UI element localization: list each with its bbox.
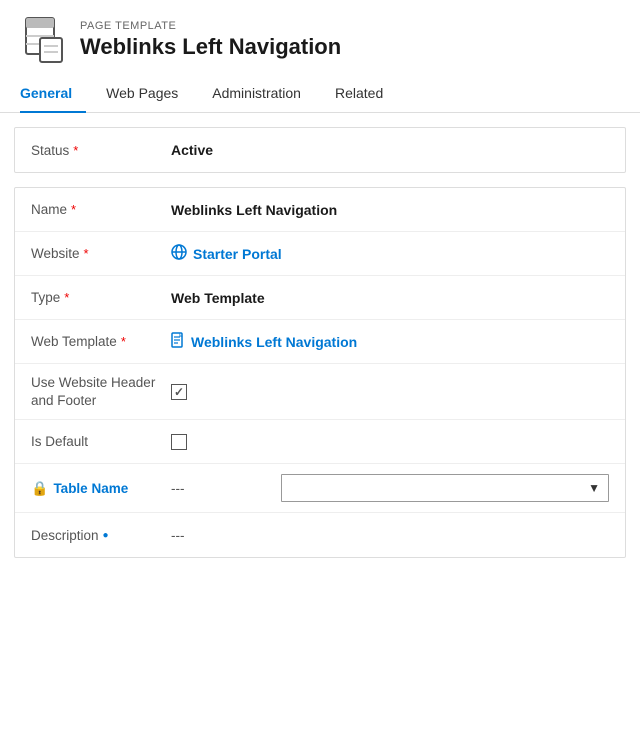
website-label: Website * <box>31 246 171 261</box>
status-field-row: Status * Active <box>15 128 625 172</box>
status-required-star: * <box>73 143 78 158</box>
web-template-value[interactable]: Weblinks Left Navigation <box>171 332 609 351</box>
checkmark-icon: ✓ <box>174 386 184 398</box>
is-default-label: Is Default <box>31 434 171 449</box>
type-required-star: * <box>64 290 69 305</box>
is-default-checkbox[interactable] <box>171 434 187 450</box>
header-label: PAGE TEMPLATE <box>80 20 341 32</box>
web-template-required-star: * <box>121 334 126 349</box>
description-required-star: ● <box>103 530 109 541</box>
type-label: Type * <box>31 290 171 305</box>
tab-general[interactable]: General <box>20 77 86 113</box>
header-title: Weblinks Left Navigation <box>80 34 341 60</box>
table-name-label-group: 🔒 Table Name <box>31 480 171 497</box>
tab-related[interactable]: Related <box>335 77 397 113</box>
website-value[interactable]: Starter Portal <box>171 244 609 263</box>
description-label: Description ● <box>31 528 171 543</box>
name-field-row: Name * Weblinks Left Navigation <box>15 188 625 232</box>
lock-icon: 🔒 <box>31 480 48 497</box>
tab-web-pages[interactable]: Web Pages <box>106 77 192 113</box>
page-template-icon <box>20 16 68 64</box>
use-website-header-footer-row: Use Website Header and Footer ✓ <box>15 364 625 420</box>
description-row: Description ● --- <box>15 513 625 557</box>
status-value: Active <box>171 142 609 158</box>
type-value: Web Template <box>171 290 609 306</box>
status-label: Status * <box>31 143 171 158</box>
tab-administration[interactable]: Administration <box>212 77 315 113</box>
website-required-star: * <box>84 246 89 261</box>
header-text-group: PAGE TEMPLATE Weblinks Left Navigation <box>80 20 341 60</box>
description-value: --- <box>171 528 185 543</box>
name-label: Name * <box>31 202 171 217</box>
table-name-dropdown[interactable]: ▼ <box>281 474 609 502</box>
name-required-star: * <box>71 202 76 217</box>
page-header: PAGE TEMPLATE Weblinks Left Navigation <box>0 0 640 76</box>
globe-icon <box>171 244 187 263</box>
tab-bar: General Web Pages Administration Related <box>0 76 640 113</box>
use-website-header-footer-label: Use Website Header and Footer <box>31 374 171 409</box>
is-default-row: Is Default <box>15 420 625 464</box>
website-field-row: Website * Starter Portal <box>15 232 625 276</box>
table-name-row: 🔒 Table Name --- ▼ <box>15 464 625 513</box>
main-fields-section: Name * Weblinks Left Navigation Website … <box>14 187 626 558</box>
dropdown-arrow-icon: ▼ <box>588 481 600 495</box>
use-website-header-footer-checkbox[interactable]: ✓ <box>171 384 187 400</box>
type-field-row: Type * Web Template <box>15 276 625 320</box>
name-value: Weblinks Left Navigation <box>171 202 609 218</box>
web-template-field-row: Web Template * Weblinks Left Navigation <box>15 320 625 364</box>
use-website-header-footer-value: ✓ <box>171 384 609 400</box>
doc-icon <box>171 332 185 351</box>
is-default-value <box>171 434 609 450</box>
table-name-label-text: Table Name <box>53 481 128 496</box>
table-name-dash: --- <box>171 481 271 496</box>
status-section: Status * Active <box>14 127 626 173</box>
web-template-label: Web Template * <box>31 334 171 349</box>
